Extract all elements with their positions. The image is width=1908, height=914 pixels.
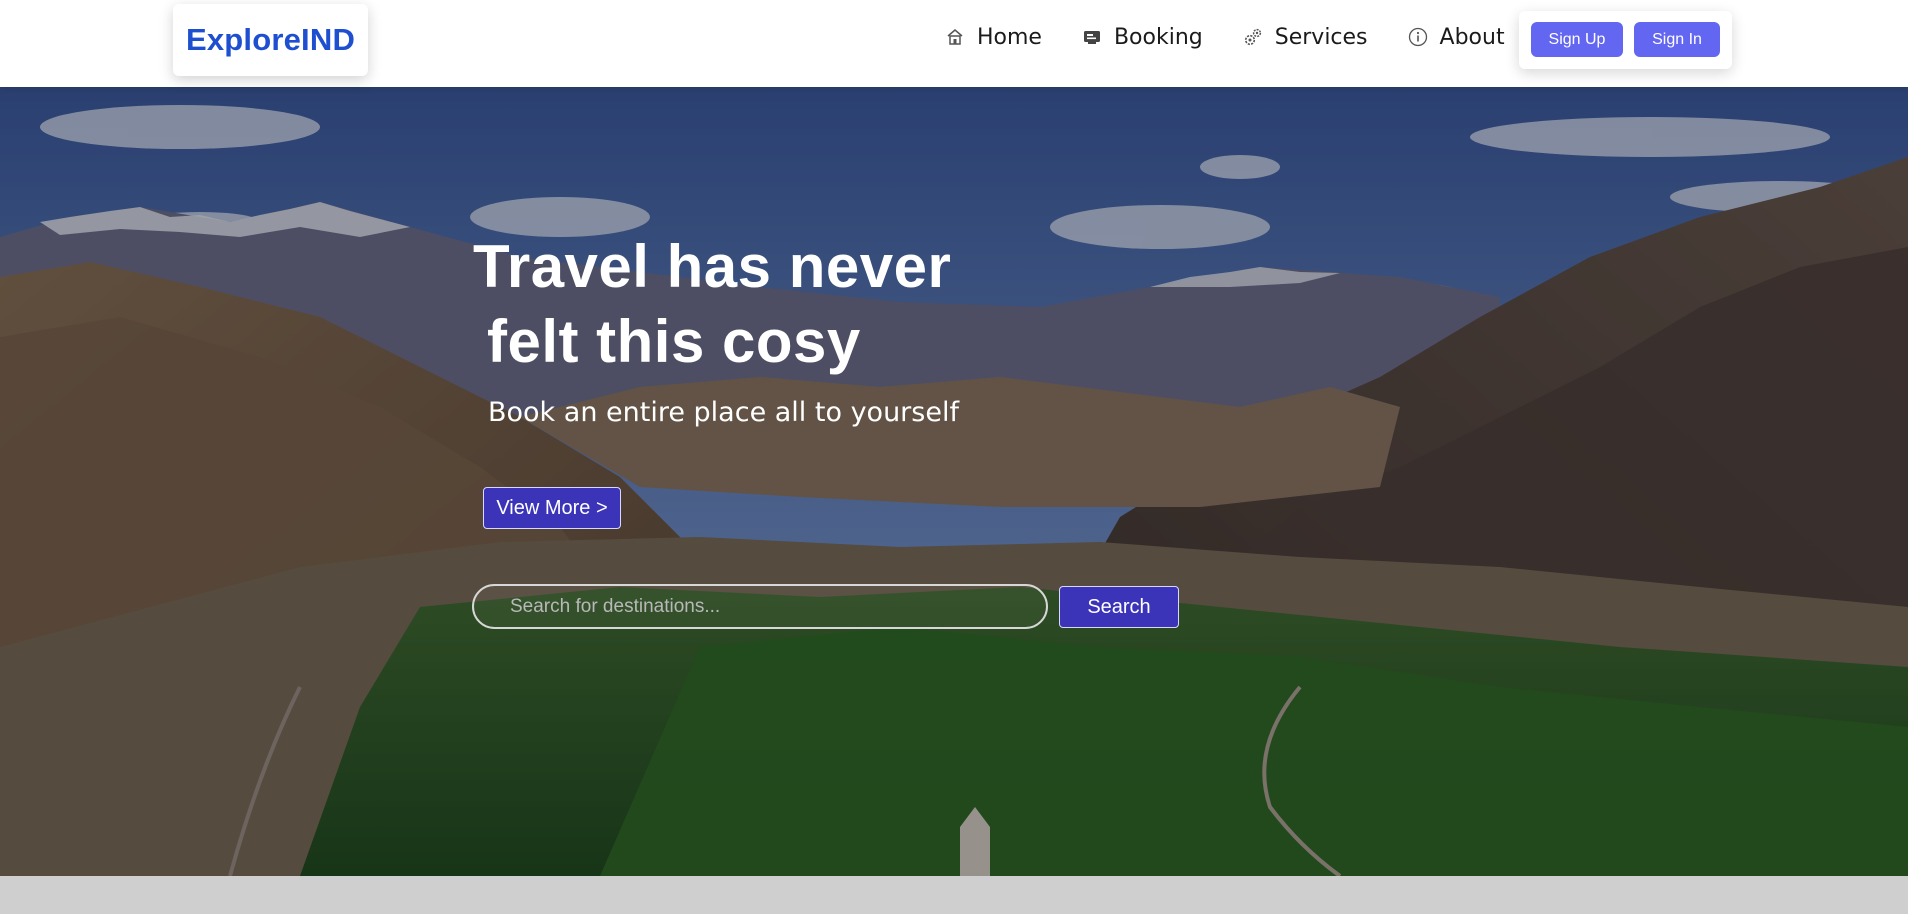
nav-label-booking: Booking bbox=[1113, 24, 1203, 50]
booking-icon bbox=[1082, 27, 1102, 47]
main-nav: Home Booking Services About bbox=[945, 18, 1505, 56]
hero-subtitle: Book an entire place all to yourself bbox=[488, 397, 959, 428]
auth-buttons: Sign Up Sign In bbox=[1519, 11, 1732, 69]
top-navbar: ExploreIND Home Booking Services About S… bbox=[0, 0, 1908, 87]
nav-label-home: Home bbox=[977, 24, 1042, 50]
info-icon bbox=[1408, 27, 1428, 47]
hero-headline-line2: felt this cosy bbox=[487, 308, 861, 375]
nav-item-about[interactable]: About bbox=[1408, 25, 1505, 50]
hero-section: Travel has never felt this cosy Book an … bbox=[0, 87, 1908, 876]
logo[interactable]: ExploreIND bbox=[173, 4, 368, 76]
nav-label-about: About bbox=[1439, 24, 1505, 50]
nav-item-booking[interactable]: Booking bbox=[1082, 25, 1203, 50]
gears-icon bbox=[1243, 27, 1263, 47]
hero-dark-overlay bbox=[0, 87, 1908, 876]
home-icon bbox=[945, 27, 965, 47]
hero-headline-line1: Travel has never bbox=[473, 233, 952, 300]
hero-headline: Travel has never felt this cosy bbox=[473, 229, 1093, 379]
search-button[interactable]: Search bbox=[1059, 586, 1179, 628]
destination-search-input[interactable] bbox=[472, 584, 1048, 629]
sign-in-button[interactable]: Sign In bbox=[1634, 22, 1720, 57]
nav-item-services[interactable]: Services bbox=[1243, 25, 1368, 50]
nav-item-home[interactable]: Home bbox=[945, 25, 1042, 50]
view-more-button[interactable]: View More > bbox=[483, 487, 621, 529]
brand-name: ExploreIND bbox=[185, 22, 356, 57]
nav-label-services: Services bbox=[1274, 24, 1368, 50]
sign-up-button[interactable]: Sign Up bbox=[1531, 22, 1623, 57]
